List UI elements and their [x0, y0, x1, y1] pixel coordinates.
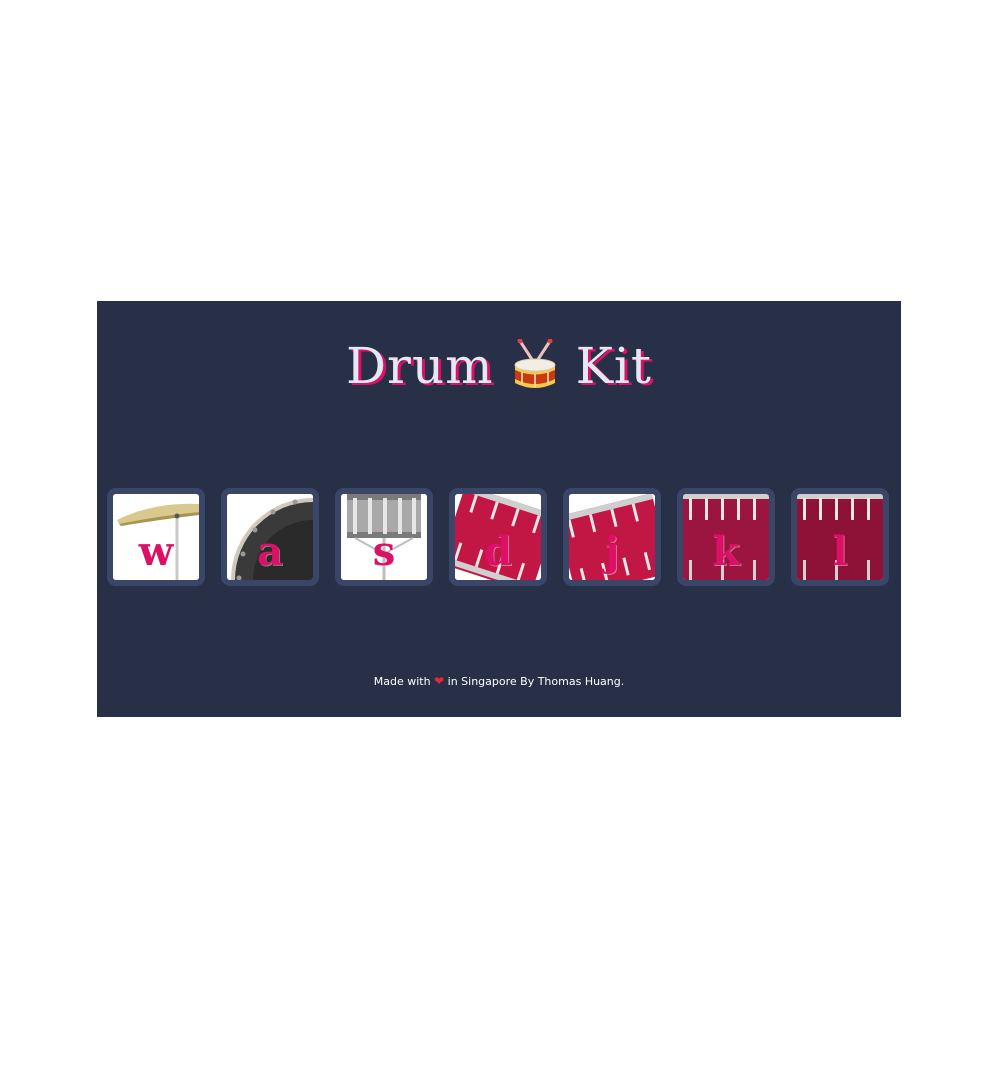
drum-key-d[interactable]: d: [449, 488, 547, 586]
title-word-kit: Kit: [575, 337, 653, 395]
drum-key-a[interactable]: a: [221, 488, 319, 586]
drum-key-letter: s: [372, 528, 396, 575]
drum-icon: [514, 339, 556, 388]
title-word-drum: Drum: [345, 337, 494, 395]
footer-prefix: Made with: [373, 675, 431, 688]
drum-set: w a s d j k l: [107, 488, 893, 588]
footer-suffix: in Singapore By Thomas Huang.: [447, 675, 625, 688]
drum-key-j[interactable]: j: [563, 488, 661, 586]
drum-key-letter: a: [257, 528, 283, 575]
drum-key-l[interactable]: l: [791, 488, 889, 586]
drum-key-k[interactable]: k: [677, 488, 775, 586]
heart-icon: ❤: [434, 674, 445, 688]
drum-key-letter: w: [138, 528, 174, 575]
footer: Made with ❤ in Singapore By Thomas Huang…: [97, 674, 901, 688]
drum-key-letter: d: [484, 528, 512, 575]
drum-key-s[interactable]: s: [335, 488, 433, 586]
page-title: Drum Kit: [97, 331, 901, 401]
drum-key-w[interactable]: w: [107, 488, 205, 586]
drum-key-letter: j: [604, 528, 620, 575]
drum-key-letter: k: [712, 528, 740, 575]
app-panel: Drum Kit w a s d j k l Made with ❤ in Si…: [97, 301, 901, 717]
drum-key-letter: l: [832, 528, 848, 575]
